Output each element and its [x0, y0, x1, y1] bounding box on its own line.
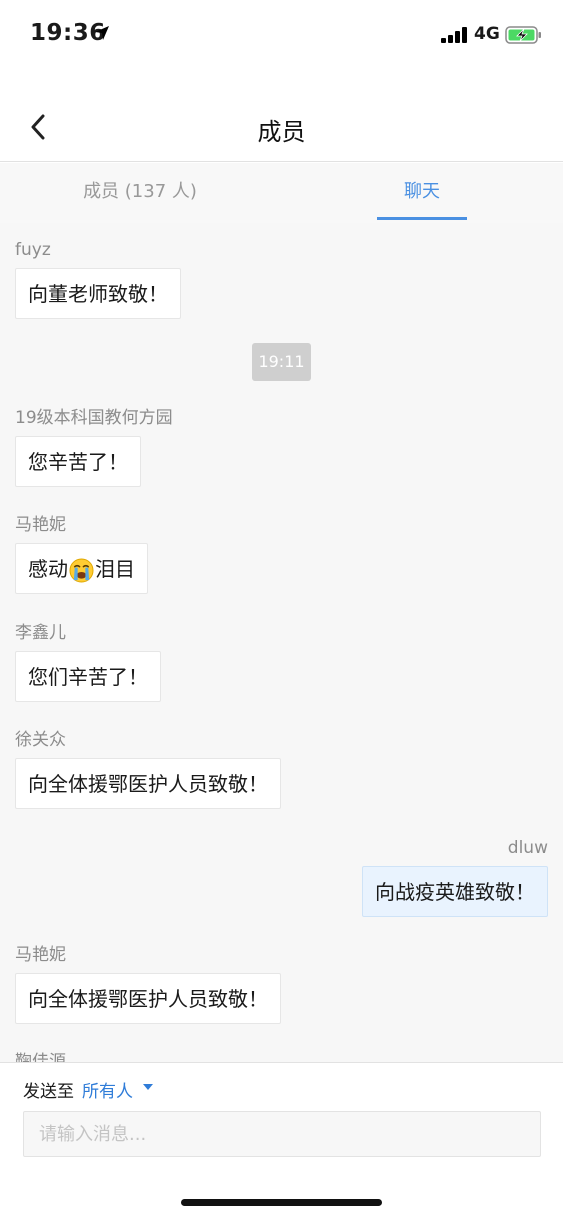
sender-name: dluw: [507, 838, 548, 858]
tab-members[interactable]: 成员 (137 人): [40, 163, 240, 221]
battery-charging-icon: [505, 26, 541, 44]
nav-bar: 成员: [0, 92, 563, 162]
status-bar: 19:36 4G: [0, 0, 563, 70]
chat-message-self: dluw 向战疫英雄致敬！: [362, 836, 548, 917]
message-bubble[interactable]: 向董老师致敬！: [15, 268, 181, 319]
chat-message: 鞠佳源: [15, 1050, 66, 1062]
send-to-label: 发送至: [23, 1082, 74, 1102]
sender-name: 李鑫儿: [15, 623, 66, 643]
loudly-crying-face-icon: [69, 558, 94, 583]
sender-name: 马艳妮: [15, 945, 66, 965]
page-title: 成员: [257, 118, 306, 146]
message-input[interactable]: [23, 1111, 541, 1157]
chat-message: 马艳妮 感动 泪目: [15, 513, 148, 594]
message-text: 感动: [28, 557, 68, 581]
message-bubble[interactable]: 向全体援鄂医护人员致敬！: [15, 758, 281, 809]
sender-name: 19级本科国教何方园: [15, 408, 173, 428]
network-label: 4G: [474, 24, 500, 44]
sender-name: 鞠佳源: [15, 1052, 66, 1062]
message-text: 泪目: [95, 557, 135, 581]
cellular-signal-icon: [441, 26, 468, 43]
chat-message: 马艳妮 向全体援鄂医护人员致敬！: [15, 943, 281, 1024]
message-bubble[interactable]: 您辛苦了！: [15, 436, 141, 487]
message-bubble[interactable]: 感动 泪目: [15, 543, 148, 594]
location-arrow-icon: [95, 26, 109, 40]
chat-message: fuyz 向董老师致敬！: [15, 238, 181, 319]
sender-name: 马艳妮: [15, 515, 66, 535]
sender-name: fuyz: [15, 240, 51, 260]
message-bubble[interactable]: 您们辛苦了！: [15, 651, 161, 702]
home-indicator: [181, 1199, 382, 1206]
chat-message: 19级本科国教何方园 您辛苦了！: [15, 406, 173, 487]
chat-message: 徐关众 向全体援鄂医护人员致敬！: [15, 728, 281, 809]
caret-down-icon[interactable]: [143, 1084, 153, 1090]
compose-bar: 发送至 所有人: [0, 1062, 563, 1218]
tab-bar: 成员 (137 人) 聊天: [0, 163, 563, 223]
chat-list[interactable]: fuyz 向董老师致敬！ 19:11 19级本科国教何方园 您辛苦了！ 马艳妮 …: [0, 223, 563, 1062]
chat-message: 李鑫儿 您们辛苦了！: [15, 621, 161, 702]
tab-chat[interactable]: 聊天: [322, 163, 522, 221]
active-tab-indicator: [377, 217, 467, 220]
sender-name: 徐关众: [15, 730, 66, 750]
recipient-selector[interactable]: 所有人: [82, 1077, 133, 1102]
message-bubble[interactable]: 向战疫英雄致敬！: [362, 866, 548, 917]
chat-timestamp: 19:11: [252, 343, 311, 381]
message-bubble[interactable]: 向全体援鄂医护人员致敬！: [15, 973, 281, 1024]
